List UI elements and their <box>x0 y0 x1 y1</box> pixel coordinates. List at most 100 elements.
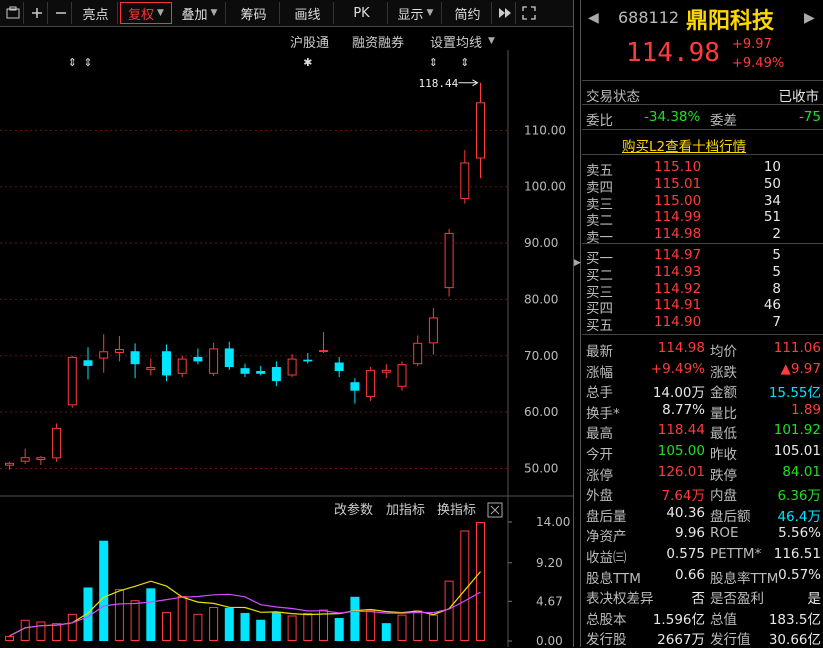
stat-label: 均价 <box>710 344 737 360</box>
event-marker-icon: ⇕ <box>68 56 77 69</box>
sell-level-3[interactable]: 卖三 115.00 34 <box>582 193 823 213</box>
candle <box>193 356 203 362</box>
stat-value: 126.01 <box>657 463 705 480</box>
stat-label: 量比 <box>710 405 737 422</box>
sell-level-5[interactable]: 卖一 114.98 2 <box>582 226 823 246</box>
stat-value: 1.596亿 <box>652 611 705 628</box>
stat-value: 9.96 <box>674 525 705 542</box>
volume-bar <box>444 580 454 642</box>
add-indicator-button[interactable]: 加指标 <box>386 503 425 518</box>
overlay-button[interactable]: 叠加 ▼ <box>174 2 226 24</box>
stat-row: 今开 105.00 昨收 105.01 <box>582 441 823 463</box>
stat-label: 换手* <box>586 405 620 422</box>
volume-bar <box>334 618 344 641</box>
volume-bar <box>303 612 313 642</box>
divider <box>582 154 823 155</box>
quote-panel: ◀ 688112 鼎阳科技 ▶ 114.98 +9.97 +9.49% 交易状态… <box>582 0 823 648</box>
trade-status-row: 交易状态 已收市 <box>582 83 823 105</box>
screen-icon[interactable] <box>2 2 24 24</box>
margin-trading-button[interactable]: 融资融券 <box>352 32 404 51</box>
price-tick-label: 80.00 <box>524 292 558 306</box>
sell-level-volume: 10 <box>763 159 781 175</box>
buy-level-2[interactable]: 买二 114.93 5 <box>582 263 823 284</box>
volume-bar <box>350 596 360 641</box>
volume-bar <box>146 588 156 641</box>
fast-forward-icon[interactable] <box>494 2 516 24</box>
divider <box>582 243 823 244</box>
buy-level-5[interactable]: 买五 114.90 7 <box>582 314 823 334</box>
switch-indicator-button[interactable]: 换指标 <box>437 503 476 518</box>
candle <box>334 362 344 371</box>
stat-row: 涨幅 +9.49% 涨跌 ▲9.97 <box>582 359 823 381</box>
stat-label: 今开 <box>586 447 613 463</box>
buy-level-1[interactable]: 买一 114.97 5 <box>582 247 823 267</box>
stat-label: 是否盈利 <box>710 591 764 608</box>
panel-grip-icon[interactable]: ▶ <box>574 258 581 268</box>
sell-level-price: 114.99 <box>654 209 702 226</box>
sell-level-volume: 2 <box>772 226 781 243</box>
close-indicator-icon <box>490 505 500 515</box>
stat-value: 8.77% <box>662 401 705 418</box>
sell-level-1[interactable]: 卖五 115.10 10 <box>582 159 823 179</box>
sell-level-2[interactable]: 卖四 115.01 50 <box>582 176 823 196</box>
chips-button[interactable]: 筹码 <box>228 2 280 24</box>
chart-toolbar: 亮点 复权 ▼ 叠加 ▼ 筹码 画线 PK 显示 ▼ 简约 <box>0 0 574 27</box>
volume-bar <box>460 530 470 641</box>
buy-level-price: 114.91 <box>654 297 702 314</box>
l2-upgrade-link[interactable]: 购买L2查看十档行情 <box>622 135 746 155</box>
ma-setting-button[interactable]: 设置均线 <box>430 32 482 51</box>
prev-stock-icon[interactable]: ◀ <box>588 10 599 26</box>
volume-bar <box>99 540 109 641</box>
display-button[interactable]: 显示 ▼ <box>390 2 442 24</box>
volume-bar <box>287 615 297 641</box>
candle <box>240 368 250 374</box>
price-tick-label: 90.00 <box>524 236 558 250</box>
next-stock-icon[interactable]: ▶ <box>804 10 815 26</box>
sell-level-price: 115.10 <box>654 159 702 175</box>
draw-line-button[interactable]: 画线 <box>282 2 334 24</box>
change-params-button[interactable]: 改参数 <box>334 502 373 518</box>
high-price-label: 118.44 <box>419 77 459 90</box>
volume-bar <box>177 595 187 642</box>
minus-icon[interactable] <box>50 2 72 24</box>
candle <box>146 367 156 370</box>
plus-icon[interactable] <box>26 2 48 24</box>
stat-label: 最高 <box>586 426 613 443</box>
stat-value: 是 <box>807 591 822 608</box>
volume-tick-label: 9.20 <box>536 556 563 570</box>
stat-label: 昨收 <box>710 447 737 463</box>
fuquan-button[interactable]: 复权 ▼ <box>120 2 172 24</box>
sell-level-4[interactable]: 卖二 114.99 51 <box>582 209 823 229</box>
hgt-button[interactable]: 沪股通 <box>290 32 329 51</box>
highlight-button[interactable]: 亮点 <box>74 2 118 24</box>
weibi-value: -34.38% <box>644 109 701 125</box>
buy-level-price: 114.93 <box>654 263 702 280</box>
candle <box>413 342 423 365</box>
price-tick-label: 70.00 <box>524 349 558 363</box>
price-tick-label: 110.00 <box>524 123 566 137</box>
volume-bar <box>5 635 14 642</box>
sell-level-volume: 51 <box>763 209 781 226</box>
simple-button[interactable]: 简约 <box>444 2 492 24</box>
price-tick-label: 50.00 <box>524 461 558 475</box>
quote-header: ◀ 688112 鼎阳科技 ▶ 114.98 +9.97 +9.49% <box>582 0 823 80</box>
dropdown-icon[interactable]: ▼ <box>488 36 495 46</box>
stat-label: 最新 <box>586 344 613 360</box>
candle <box>99 351 109 359</box>
buy-level-3[interactable]: 买三 114.92 8 <box>582 280 823 301</box>
stat-value: 否 <box>691 591 706 608</box>
pk-button[interactable]: PK <box>336 2 388 24</box>
buy-level-volume: 8 <box>772 280 781 297</box>
stat-value: 118.44 <box>657 422 705 439</box>
buy-level-4[interactable]: 买四 114.91 46 <box>582 297 823 317</box>
candle <box>428 317 438 344</box>
stat-label: 收益㈢ <box>586 550 627 566</box>
stat-label: 涨停 <box>586 467 613 484</box>
candle <box>271 367 281 382</box>
expand-icon[interactable] <box>518 2 540 24</box>
divider <box>582 80 823 81</box>
candle <box>350 382 360 391</box>
weibi-row: 委比 -34.38% 委差 -75 <box>582 107 823 129</box>
buy-level-price: 114.90 <box>654 314 702 331</box>
kline-chart[interactable]: 110.00 100.00 90.00 80.00 70.00 60.00 50.00 ⇕ ⇕ ✱… <box>0 50 573 647</box>
